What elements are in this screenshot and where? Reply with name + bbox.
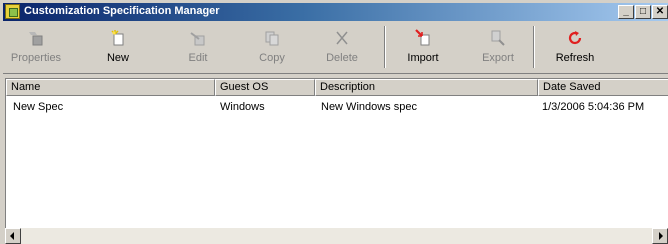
column-header-date-saved[interactable]: Date Saved (538, 79, 668, 96)
table-row[interactable]: New Spec Windows New Windows spec 1/3/20… (6, 99, 668, 115)
spec-list: Name Guest OS Description Date Saved New… (5, 78, 668, 244)
cell-date-saved: 1/3/2006 5:04:36 PM (542, 101, 645, 113)
scroll-right-button[interactable] (652, 228, 668, 244)
copy-button[interactable]: Copy (250, 24, 294, 70)
arrow-left-icon (10, 232, 14, 240)
app-icon (5, 4, 20, 19)
import-icon (415, 29, 430, 46)
cell-description: New Windows spec (321, 101, 417, 113)
column-header-name[interactable]: Name (6, 79, 215, 96)
delete-label: Delete (326, 52, 358, 64)
refresh-icon (568, 31, 582, 45)
minimize-icon: _ (623, 6, 629, 17)
refresh-label: Refresh (555, 52, 595, 64)
column-header-description[interactable]: Description (315, 79, 538, 96)
properties-label: Properties (10, 52, 62, 64)
maximize-icon: □ (639, 6, 647, 17)
copy-label: Copy (259, 52, 285, 64)
properties-icon (29, 32, 43, 46)
horizontal-scrollbar[interactable] (5, 228, 668, 244)
properties-button[interactable]: Properties (3, 24, 69, 70)
cell-name: New Spec (13, 101, 64, 113)
delete-button[interactable]: Delete (320, 24, 364, 70)
close-icon: ✕ (655, 6, 665, 17)
toolbar-separator (384, 26, 386, 68)
new-button[interactable]: New (96, 24, 140, 70)
delete-icon (336, 31, 348, 45)
window-controls: _ □ ✕ (617, 5, 668, 19)
minimize-button[interactable]: _ (618, 5, 634, 19)
export-label: Export (482, 52, 514, 64)
toolbar-separator (533, 26, 535, 68)
new-document-icon (111, 30, 124, 46)
edit-icon (190, 32, 205, 46)
copy-icon (265, 31, 279, 46)
export-button[interactable]: Export (476, 24, 520, 70)
export-icon (491, 30, 505, 46)
close-button[interactable]: ✕ (652, 5, 668, 19)
refresh-button[interactable]: Refresh (548, 24, 602, 70)
new-label: New (106, 52, 129, 64)
customization-spec-manager-window: Customization Specification Manager _ □ … (0, 0, 668, 244)
arrow-right-icon (659, 232, 663, 240)
edit-button[interactable]: Edit (176, 24, 220, 70)
import-button[interactable]: Import (401, 24, 445, 70)
title-bar[interactable]: Customization Specification Manager _ □ … (3, 3, 668, 21)
window-title: Customization Specification Manager (24, 5, 220, 17)
toolbar: Properties New Edit Copy Delete Import E… (3, 22, 668, 74)
list-header: Name Guest OS Description Date Saved (6, 79, 668, 96)
cell-guest-os: Windows (220, 101, 265, 113)
scroll-left-button[interactable] (5, 228, 21, 244)
column-header-guest-os[interactable]: Guest OS (215, 79, 315, 96)
maximize-button[interactable]: □ (635, 5, 651, 19)
edit-label: Edit (188, 52, 208, 64)
import-label: Import (407, 52, 439, 64)
